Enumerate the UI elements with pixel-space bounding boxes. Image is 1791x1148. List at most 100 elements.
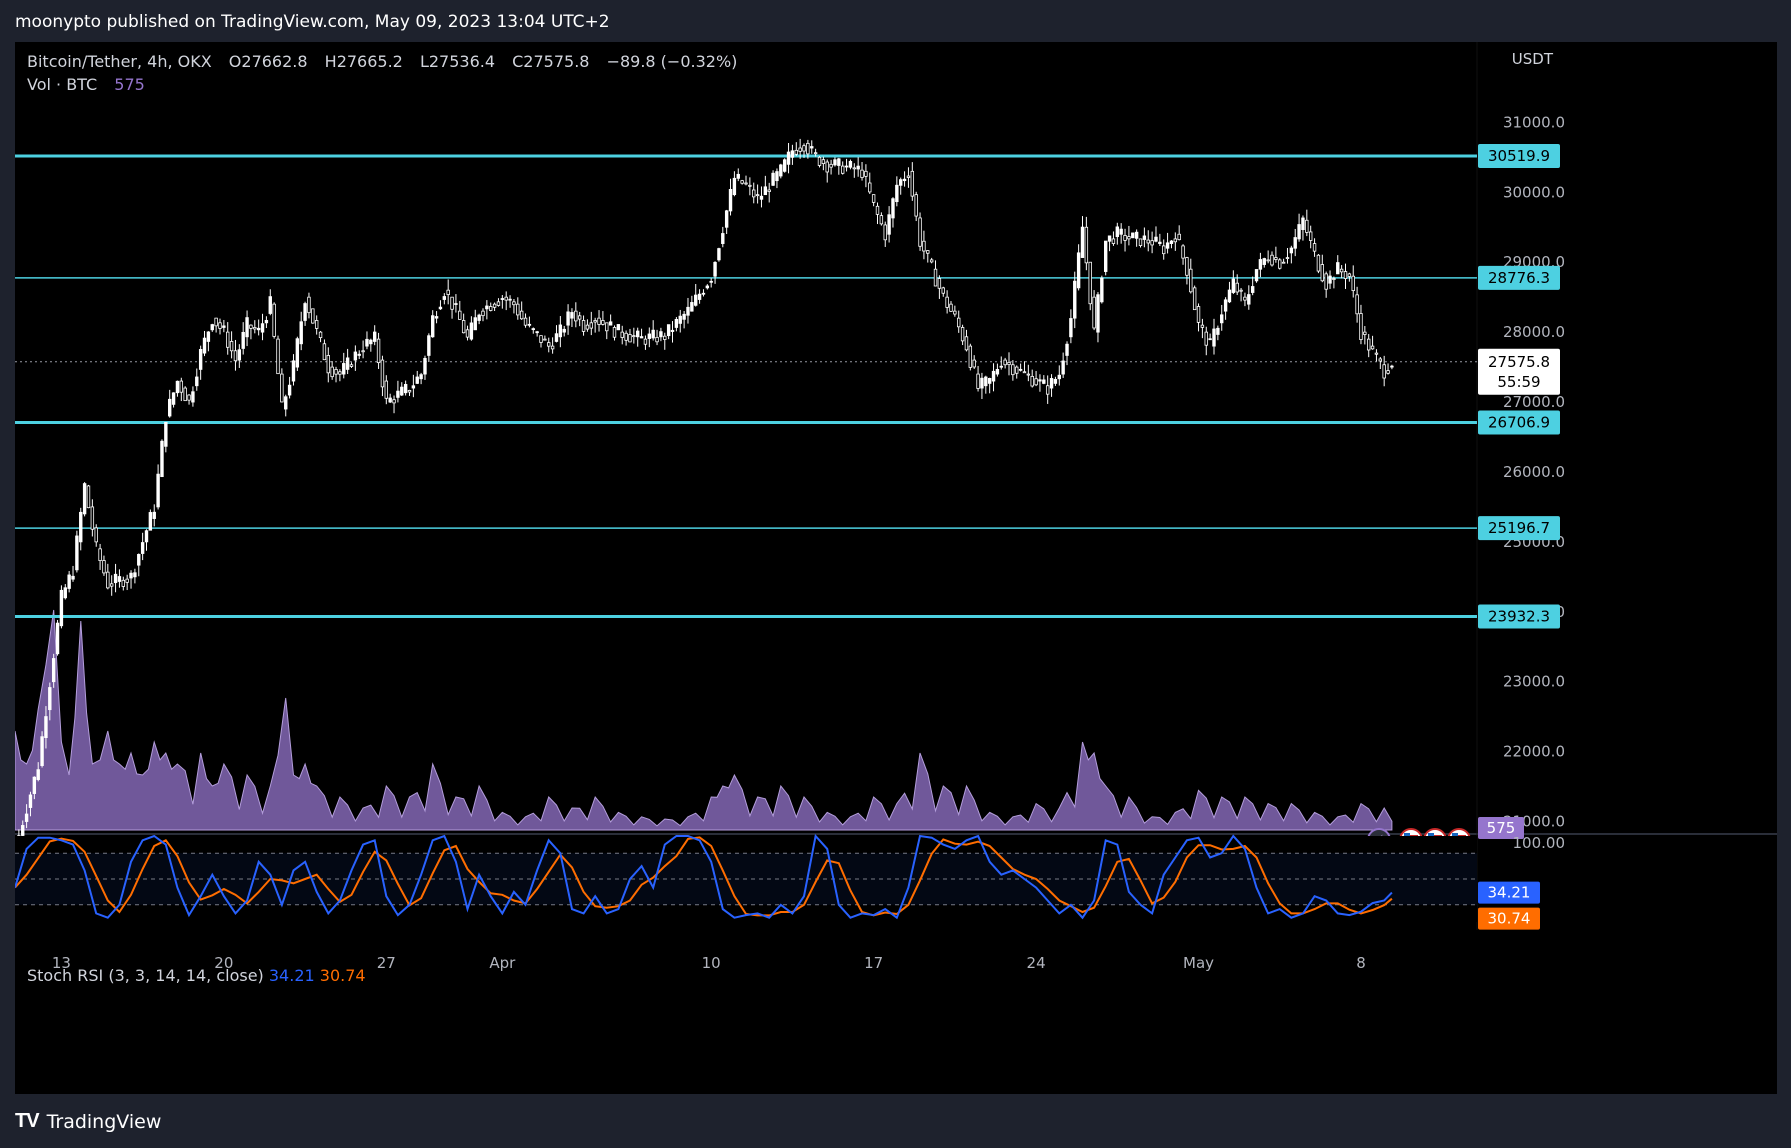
candle-body xyxy=(179,380,184,393)
candle-body xyxy=(121,579,125,587)
candle-body xyxy=(574,310,578,322)
candle-body xyxy=(1034,378,1038,386)
candle-body xyxy=(1015,366,1019,374)
candle-body xyxy=(372,331,377,342)
candle-body xyxy=(380,359,385,388)
candle-body xyxy=(326,355,330,374)
high-value: H27665.2 xyxy=(324,52,403,71)
candle-body xyxy=(1026,373,1031,376)
candle-body xyxy=(1351,275,1355,292)
candle-body xyxy=(40,736,44,766)
candle-body xyxy=(1363,331,1367,335)
candle-body xyxy=(833,159,837,166)
level-price-tag-label: 26706.9 xyxy=(1488,414,1550,432)
candle-body xyxy=(361,350,365,353)
candle-body xyxy=(597,317,601,325)
candle-body xyxy=(1018,368,1023,371)
volume-label[interactable]: Vol · BTC xyxy=(27,75,97,94)
candle-body xyxy=(840,165,845,174)
candle-body xyxy=(1092,296,1096,329)
candle-body xyxy=(926,250,930,254)
candle-body xyxy=(481,310,485,317)
stoch-rsi-k-value: 34.21 xyxy=(268,966,315,985)
candle-body xyxy=(1293,237,1297,249)
candle-body xyxy=(79,511,83,543)
level-price-tag-label: 30519.9 xyxy=(1488,147,1550,165)
symbol-label[interactable]: Bitcoin/Tether, 4h, OKX xyxy=(27,52,212,71)
candle-body xyxy=(786,151,791,165)
candle-body xyxy=(659,331,663,338)
candle-body xyxy=(929,259,934,263)
candle-body xyxy=(307,296,311,314)
candle-body xyxy=(1278,259,1282,269)
candle-body xyxy=(651,329,655,339)
candle-body xyxy=(802,145,806,152)
candle-body xyxy=(241,331,245,349)
candle-body xyxy=(601,320,605,325)
candle-body xyxy=(779,164,783,177)
candle-body xyxy=(21,825,25,836)
candle-body xyxy=(519,310,524,320)
candle-body xyxy=(945,296,949,308)
stoch-rsi-legend[interactable]: Stoch RSI (3, 3, 14, 14, close) 34.21 30… xyxy=(27,966,366,985)
time-tick-label: 27 xyxy=(377,954,396,972)
candle-body xyxy=(620,331,624,338)
price-tick-label: 22000.0 xyxy=(1503,743,1565,761)
candle-body xyxy=(682,313,686,320)
candle-body xyxy=(431,315,435,338)
candle-body xyxy=(527,323,532,326)
change-value: −89.8 (−0.32%) xyxy=(606,52,738,71)
candle-body xyxy=(245,317,249,338)
price-chart[interactable]: USDT21000.022000.023000.024000.025000.02… xyxy=(15,42,1777,1094)
candle-body xyxy=(752,189,756,198)
candle-body xyxy=(585,324,590,330)
last-price-tag-label: 27575.8 xyxy=(1488,353,1550,371)
candle-body xyxy=(694,294,698,306)
candle-body xyxy=(1177,233,1181,241)
candle-body xyxy=(322,343,327,361)
candle-body xyxy=(59,589,64,627)
candle-body xyxy=(705,285,710,289)
candle-body xyxy=(1231,278,1236,293)
candle-body xyxy=(86,485,91,509)
candle-body xyxy=(968,345,973,368)
chart-area[interactable]: USDT21000.022000.023000.024000.025000.02… xyxy=(15,42,1777,1094)
candle-body xyxy=(632,335,636,338)
candle-body xyxy=(388,397,392,403)
candle-body xyxy=(1328,275,1332,284)
candle-body xyxy=(1096,294,1100,333)
candle-body xyxy=(639,336,644,339)
candle-body xyxy=(90,506,95,530)
candle-body xyxy=(1386,370,1390,374)
candle-body xyxy=(570,312,574,319)
tradingview-logo-icon: TV xyxy=(15,1110,40,1132)
price-tick-label: 31000.0 xyxy=(1503,113,1565,131)
candle-body xyxy=(1247,294,1251,305)
candle-body xyxy=(512,301,516,306)
candle-body xyxy=(1088,261,1092,305)
candle-body xyxy=(264,319,269,324)
level-price-tag-label: 25196.7 xyxy=(1488,519,1550,537)
candle-body xyxy=(237,349,242,361)
candle-body xyxy=(144,530,149,543)
candle-body xyxy=(775,171,779,182)
candle-body xyxy=(1185,257,1189,276)
candle-body xyxy=(253,327,257,330)
candle-body xyxy=(1189,268,1193,293)
candle-body xyxy=(767,189,771,192)
level-price-tag-label: 23932.3 xyxy=(1488,608,1550,626)
volume-price-tag-label: 575 xyxy=(1487,819,1516,837)
candle-body xyxy=(782,159,787,172)
candle-body xyxy=(407,389,412,393)
candle-body xyxy=(400,386,404,396)
candle-body xyxy=(976,373,980,389)
candle-body xyxy=(825,161,829,173)
candle-body xyxy=(403,384,408,394)
candle-body xyxy=(125,578,129,583)
candle-body xyxy=(357,353,361,356)
candle-body xyxy=(922,240,926,252)
candle-body xyxy=(655,336,659,343)
candle-body xyxy=(732,177,737,196)
candle-body xyxy=(98,548,102,561)
candle-body xyxy=(957,317,961,328)
